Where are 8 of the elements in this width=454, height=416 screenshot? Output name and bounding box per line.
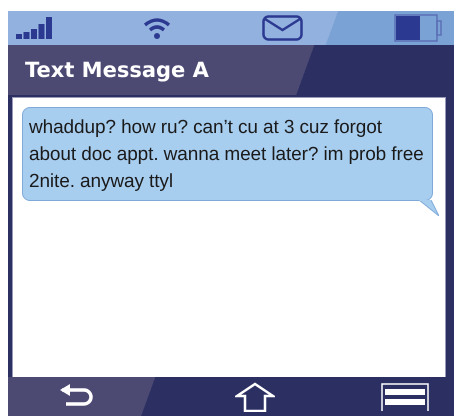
screen-title: Text Message A [25, 58, 209, 82]
wifi-icon [143, 17, 171, 39]
message-text: whaddup? how ru? can’t cu at 3 cuz forgot about doc appt. wanna meet later? im prob free 2nite. anyway ttyl [29, 116, 425, 194]
envelope-icon [262, 15, 303, 41]
signal-icon [16, 17, 52, 39]
home-button[interactable] [235, 382, 275, 412]
menu-button[interactable] [381, 382, 429, 410]
battery-icon [394, 14, 442, 42]
